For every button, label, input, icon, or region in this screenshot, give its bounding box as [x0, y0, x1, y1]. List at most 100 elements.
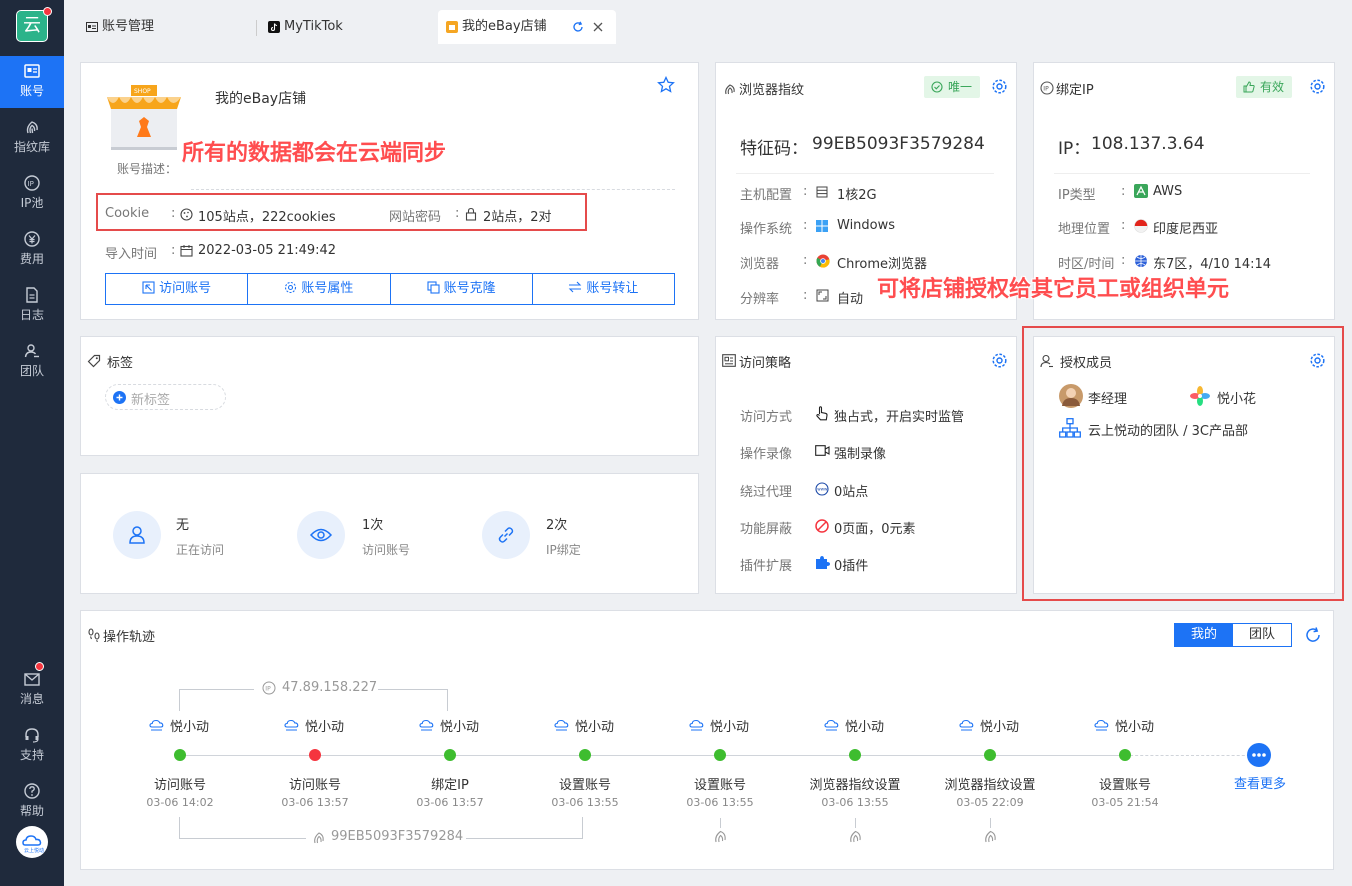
stat-visiting-value: 无	[176, 518, 190, 533]
notification-dot	[43, 7, 52, 16]
tab-mytiktok[interactable]: MyTikTok	[260, 10, 438, 44]
cloud-user-icon	[824, 719, 839, 731]
sidebar-item-messages[interactable]: 消息	[0, 664, 64, 716]
sidebar-item-label: 帮助	[19, 804, 44, 818]
stat-visits-value: 1次	[362, 518, 384, 533]
timeline-user-name: 悦小动	[1115, 720, 1155, 735]
shop-icon: SHOP	[107, 85, 181, 150]
ip-address[interactable]: 108.137.3.64	[1091, 134, 1205, 154]
sidebar-item-label: 团队	[19, 364, 44, 378]
button-label: 访问账号	[159, 281, 212, 296]
sidebar-item-billing[interactable]: 费用	[0, 224, 64, 276]
stat-ip-bind-label: IP绑定	[546, 543, 581, 557]
message-unread-dot	[35, 662, 44, 671]
tags-card: 标签 新标签	[80, 336, 699, 456]
close-icon[interactable]	[592, 21, 604, 33]
server-icon	[816, 186, 828, 198]
timeline-dot[interactable]	[579, 749, 591, 761]
ip-note: IP 47.89.158.227	[254, 680, 378, 698]
timeline-user: 悦小动	[553, 716, 614, 735]
import-time-label: 导入时间	[105, 247, 158, 262]
plus-circle-icon	[113, 391, 126, 404]
fingerprint-icon	[715, 830, 726, 843]
cloud-user-icon	[284, 719, 299, 731]
new-tag-button[interactable]: 新标签	[105, 384, 226, 410]
sidebar-item-label: 支持	[19, 748, 44, 762]
host-config-label: 主机配置	[740, 188, 793, 203]
refresh-icon[interactable]	[572, 21, 584, 33]
timezone-label: 时区/时间	[1058, 257, 1115, 272]
clone-icon	[427, 281, 440, 294]
account-properties-button[interactable]: 账号属性	[248, 274, 391, 304]
timeline-dot[interactable]	[174, 749, 186, 761]
footprint-icon	[88, 628, 100, 642]
gear-icon[interactable]	[991, 78, 1008, 95]
timeline-action: 访问账号	[153, 778, 206, 793]
sidebar-item-support[interactable]: 支持	[0, 720, 64, 772]
cloud-user-icon	[959, 719, 974, 731]
account-clone-button[interactable]: 账号克隆	[391, 274, 533, 304]
timeline-dot[interactable]	[714, 749, 726, 761]
visit-account-button[interactable]: 访问账号	[106, 274, 249, 304]
ip-type-label: IP类型	[1058, 188, 1096, 203]
puzzle-icon	[816, 556, 830, 569]
colon: :	[171, 243, 176, 258]
user-avatar[interactable]: 云上悦动	[16, 826, 48, 858]
view-more-link[interactable]: 查看更多	[1220, 773, 1300, 792]
sidebar-item-fingerprint[interactable]: 指纹库	[0, 112, 64, 164]
account-transfer-button[interactable]: 账号转让	[533, 274, 674, 304]
chrome-icon	[816, 254, 830, 268]
app-logo[interactable]: 云	[16, 10, 48, 42]
timeline-dot[interactable]	[309, 749, 321, 761]
timeline-dot[interactable]	[849, 749, 861, 761]
account-desc-label: 账号描述：	[117, 162, 178, 176]
sidebar-item-ip-pool[interactable]: IP IP池	[0, 168, 64, 220]
timeline-time: 03-06 13:57	[281, 796, 349, 809]
sidebar-item-label: 日志	[19, 308, 44, 322]
timezone-value: 东7区，4/10 14:14	[1153, 257, 1272, 272]
help-icon	[24, 783, 40, 799]
block-value: 0页面，0元素	[834, 522, 916, 537]
sidebar-item-team[interactable]: 团队	[0, 336, 64, 388]
timeline-time: 03-06 13:55	[821, 796, 889, 809]
account-name: 我的eBay店铺	[215, 91, 307, 107]
sidebar-item-log[interactable]: 日志	[0, 280, 64, 332]
recording-label: 操作录像	[740, 447, 793, 462]
sidebar-item-help[interactable]: 帮助	[0, 776, 64, 828]
timeline-time: 03-06 13:55	[551, 796, 619, 809]
scope-mine-button[interactable]: 我的	[1175, 624, 1233, 646]
scope-team-button[interactable]: 团队	[1233, 624, 1291, 646]
timeline-user-name: 悦小动	[440, 720, 480, 735]
tab-my-ebay-shop[interactable]: 我的eBay店铺	[438, 10, 616, 44]
timeline-dot[interactable]	[1119, 749, 1131, 761]
timeline-user-name: 悦小动	[575, 720, 615, 735]
check-circle-icon	[931, 81, 943, 93]
ebay-shop-icon	[446, 21, 458, 33]
timeline-action: 设置账号	[558, 778, 611, 793]
os-label: 操作系统	[740, 222, 793, 237]
sidebar-item-label: 账号	[19, 84, 44, 98]
star-icon[interactable]	[657, 76, 675, 94]
team-icon	[24, 344, 39, 358]
gear-icon[interactable]	[991, 352, 1008, 369]
block-label: 功能屏蔽	[740, 522, 793, 537]
gear-icon[interactable]	[1309, 78, 1326, 95]
tab-account-management[interactable]: 账号管理	[78, 10, 258, 44]
annotation-cloud-sync: 所有的数据都会在云端同步	[182, 141, 447, 166]
view-more-icon[interactable]	[1247, 743, 1271, 767]
bypass-proxy-label: 绕过代理	[740, 485, 793, 500]
refresh-icon[interactable]	[1304, 626, 1322, 644]
timeline-time: 03-05 21:54	[1091, 796, 1159, 809]
annotation-authorize: 可将店铺授权给其它员工或组织单元	[877, 277, 1230, 302]
calendar-icon	[180, 245, 193, 257]
access-mode-value: 独占式，开启实时监管	[834, 410, 965, 425]
new-tag-label: 新标签	[131, 393, 171, 408]
timeline-dot[interactable]	[444, 749, 456, 761]
timeline-dot[interactable]	[984, 749, 996, 761]
timeline-action: 浏览器指纹设置	[809, 778, 901, 793]
browser-value: Chrome浏览器	[837, 257, 927, 272]
windows-icon	[816, 220, 828, 232]
fingerprint-code[interactable]: 99EB5093F3579284	[812, 134, 985, 154]
ellipsis-icon	[1252, 753, 1266, 757]
sidebar-item-account[interactable]: 账号	[0, 56, 64, 108]
